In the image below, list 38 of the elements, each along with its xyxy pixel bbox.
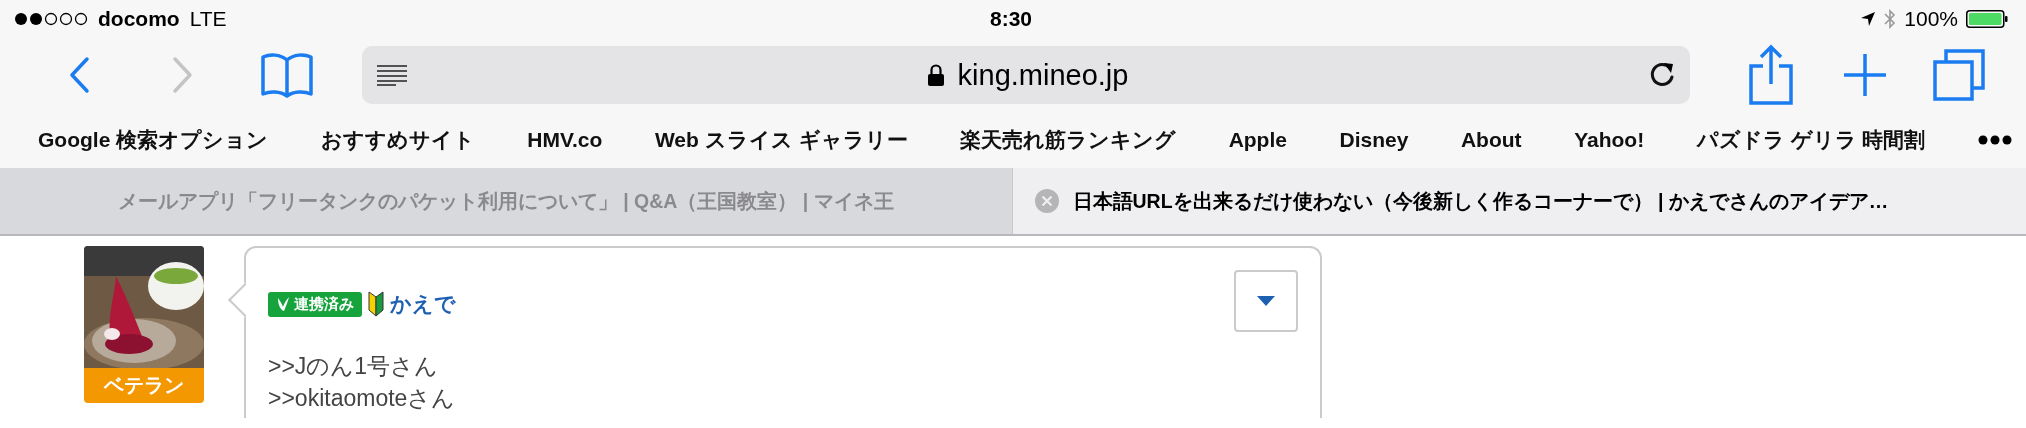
address-bar[interactable]: king.mineo.jp xyxy=(362,46,1690,104)
comment-line: >>okitaomoteさん xyxy=(268,384,457,413)
comment-line: >>Jのん1号さん xyxy=(268,352,440,381)
bookmark-link[interactable]: Disney xyxy=(1339,122,1409,158)
lock-icon xyxy=(927,64,944,86)
battery-percent: 100% xyxy=(1904,7,1958,31)
reader-icon[interactable] xyxy=(376,64,408,86)
beginner-mark-icon xyxy=(368,291,384,317)
bookmark-link[interactable]: About xyxy=(1460,122,1522,158)
reload-icon[interactable] xyxy=(1648,61,1676,89)
book-icon[interactable] xyxy=(260,52,314,98)
plus-icon[interactable] xyxy=(1842,52,1888,98)
carrier-name: docomo xyxy=(98,7,180,31)
location-arrow-icon xyxy=(1860,11,1877,27)
signal-icon xyxy=(14,12,88,26)
network-type: LTE xyxy=(189,7,227,31)
url-text: king.mineo.jp xyxy=(957,58,1129,92)
dropdown-button[interactable] xyxy=(1234,270,1298,332)
clock-time: 8:30 xyxy=(990,7,1032,30)
bookmark-link[interactable]: HMV.co xyxy=(527,122,603,158)
bookmark-link[interactable]: 楽天売れ筋ランキング xyxy=(960,120,1177,160)
bookmark-link[interactable]: おすすめサイト xyxy=(320,120,475,160)
share-icon[interactable] xyxy=(1748,44,1794,106)
back-icon[interactable] xyxy=(68,56,90,94)
linked-badge: 連携済み xyxy=(268,291,362,317)
caret-down-icon xyxy=(1257,296,1275,306)
tabs-icon[interactable] xyxy=(1932,48,1986,102)
bookmark-link[interactable]: パズドラ ゲリラ 時間割 xyxy=(1696,120,1926,160)
bookmark-link[interactable]: Google 検索オプション xyxy=(38,120,269,160)
bookmark-link[interactable]: Web スライス ギャラリー xyxy=(654,120,908,160)
bookmark-link[interactable]: Yahoo! xyxy=(1574,122,1645,158)
bluetooth-icon xyxy=(1884,9,1897,29)
more-icon[interactable] xyxy=(1977,135,2012,145)
battery-icon xyxy=(1966,10,2008,28)
browser-tab[interactable]: 日本語URLを出来るだけ使わない（今後新しく作るコーナーで） | かえでさんのアイデア… xyxy=(1011,168,2026,234)
bookmark-link[interactable]: Apple xyxy=(1228,122,1287,158)
rank-label: ベテラン xyxy=(84,368,204,403)
author-name[interactable]: かえで xyxy=(390,290,456,318)
